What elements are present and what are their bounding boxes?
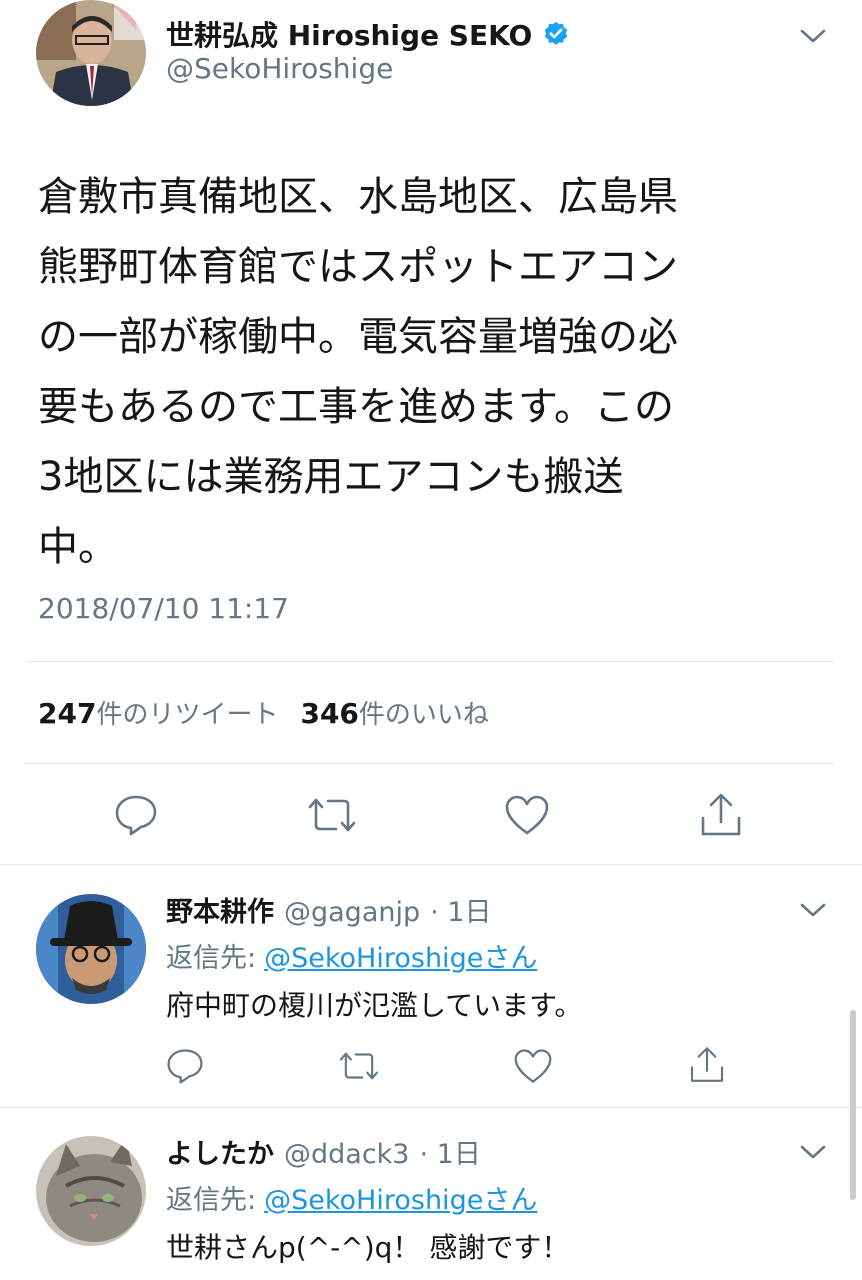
reply-time: · 1日: [430, 897, 492, 928]
author-name-row: 世耕弘成 Hiroshige SEKO: [166, 14, 570, 54]
tweet-actions: [0, 784, 862, 846]
tweet-text: 倉敷市真備地区、水島地区、広島県 熊野町体育館ではスポットエアコン の一部が稼働…: [38, 174, 678, 570]
divider: [26, 763, 834, 764]
like-icon[interactable]: [510, 1044, 556, 1088]
reply-display-name[interactable]: よしたか: [166, 1132, 274, 1171]
chevron-down-icon[interactable]: [798, 900, 828, 920]
reply-text: 世耕さんp(^-^)q！ 感謝です！: [166, 1231, 570, 1264]
reply-avatar[interactable]: [36, 1136, 146, 1246]
share-icon[interactable]: [694, 788, 748, 842]
reply-text: 府中町の榎川が氾濫しています。: [166, 989, 583, 1022]
reply-actions: [0, 1042, 862, 1092]
reply-icon[interactable]: [162, 1044, 208, 1088]
reply-to-user-link[interactable]: @SekoHiroshigeさん: [264, 936, 537, 975]
like-icon[interactable]: [500, 790, 554, 840]
reply-handle[interactable]: @gaganjp: [284, 897, 420, 928]
reply-handle[interactable]: @ddack3: [284, 1139, 409, 1170]
retweet-label: 件のリツイート: [96, 700, 279, 730]
like-stat[interactable]: 346件のいいね: [300, 694, 488, 731]
retweet-icon[interactable]: [302, 790, 362, 840]
retweet-stat[interactable]: 247件のリツイート: [38, 694, 278, 731]
reply-to-user-link[interactable]: @SekoHiroshigeさん: [264, 1178, 537, 1217]
author-handle[interactable]: @SekoHiroshige: [166, 52, 393, 85]
reply-time: · 1日: [419, 1139, 481, 1170]
divider: [0, 864, 862, 865]
verified-badge-icon: [542, 20, 570, 48]
reply-to-line: 返信先: @SekoHiroshigeさん: [166, 936, 537, 975]
tweet-stats: 247件のリツイート 346件のいいね: [38, 694, 489, 731]
retweet-count: 247: [38, 697, 97, 730]
share-icon[interactable]: [684, 1042, 730, 1088]
reply-to-line: 返信先: @SekoHiroshigeさん: [166, 1178, 537, 1217]
reply-tweet[interactable]: よしたか @ddack3 · 1日 返信先: @SekoHiroshigeさん …: [0, 1108, 862, 1280]
reply-header: よしたか @ddack3 · 1日: [166, 1132, 481, 1171]
retweet-icon[interactable]: [334, 1044, 384, 1088]
author-display-name[interactable]: 世耕弘成 Hiroshige SEKO: [166, 14, 532, 54]
main-tweet: 世耕弘成 Hiroshige SEKO @SekoHiroshige 倉敷市真備…: [0, 0, 862, 866]
author-avatar[interactable]: [36, 0, 146, 106]
tweet-timestamp[interactable]: 2018/07/10 11:17: [38, 592, 289, 625]
like-label: 件のいいね: [358, 700, 489, 730]
divider: [26, 661, 834, 662]
reply-icon[interactable]: [108, 790, 164, 840]
like-count: 346: [300, 697, 359, 730]
reply-to-label: 返信先:: [166, 943, 257, 974]
reply-tweet[interactable]: 野本耕作 @gaganjp · 1日 返信先: @SekoHiroshigeさん…: [0, 866, 862, 1106]
reply-avatar[interactable]: [36, 894, 146, 1004]
reply-display-name[interactable]: 野本耕作: [166, 890, 274, 929]
chevron-down-icon[interactable]: [798, 26, 828, 46]
reply-to-label: 返信先:: [166, 1185, 257, 1216]
scrollbar[interactable]: [850, 1010, 856, 1200]
reply-header: 野本耕作 @gaganjp · 1日: [166, 890, 491, 929]
chevron-down-icon[interactable]: [798, 1142, 828, 1162]
